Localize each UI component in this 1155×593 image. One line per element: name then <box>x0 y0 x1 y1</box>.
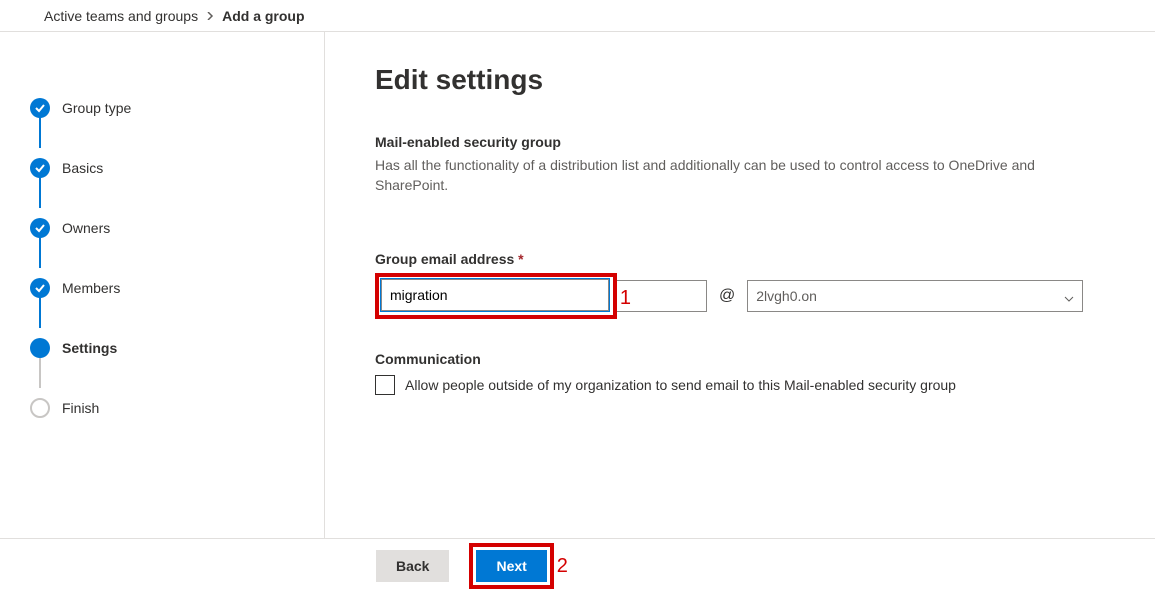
step-label: Finish <box>62 400 99 416</box>
chevron-right-icon <box>206 9 214 23</box>
step-label: Members <box>62 280 120 296</box>
checkmark-icon <box>30 158 50 178</box>
wizard-footer: Back Next 2 <box>0 538 1155 593</box>
chevron-down-icon <box>1064 291 1074 301</box>
redaction-overlay <box>824 284 944 308</box>
current-step-icon <box>30 338 50 358</box>
checkmark-icon <box>30 278 50 298</box>
group-type-description: Has all the functionality of a distribut… <box>375 156 1055 195</box>
annotation-box-1: 1 <box>375 273 617 319</box>
pending-step-icon <box>30 398 50 418</box>
step-group-type[interactable]: Group type <box>30 78 324 138</box>
annotation-number-2: 2 <box>557 555 568 578</box>
at-symbol: @ <box>719 287 735 305</box>
step-label: Basics <box>62 160 103 176</box>
step-settings[interactable]: Settings <box>30 318 324 378</box>
group-email-input[interactable] <box>381 279 609 311</box>
group-type-heading: Mail-enabled security group <box>375 134 1095 150</box>
step-members[interactable]: Members <box>30 258 324 318</box>
email-label: Group email address * <box>375 251 1095 267</box>
required-indicator: * <box>518 251 523 267</box>
back-button[interactable]: Back <box>376 550 449 582</box>
breadcrumb-parent[interactable]: Active teams and groups <box>44 8 198 24</box>
page-title: Edit settings <box>375 64 1095 96</box>
allow-external-email-label: Allow people outside of my organization … <box>405 377 956 393</box>
step-owners[interactable]: Owners <box>30 198 324 258</box>
checkmark-icon <box>30 218 50 238</box>
next-button[interactable]: Next <box>476 550 546 582</box>
content-pane: Edit settings Mail-enabled security grou… <box>325 32 1155 538</box>
step-label: Owners <box>62 220 110 236</box>
wizard-stepper: Group type Basics Owners Members <box>0 32 325 538</box>
domain-value: 2lvgh0.on <box>756 288 817 304</box>
allow-external-email-checkbox[interactable] <box>375 375 395 395</box>
communication-heading: Communication <box>375 351 1095 367</box>
annotation-number-1: 1 <box>620 287 631 310</box>
step-basics[interactable]: Basics <box>30 138 324 198</box>
step-label: Settings <box>62 340 117 356</box>
checkmark-icon <box>30 98 50 118</box>
step-label: Group type <box>62 100 131 116</box>
annotation-box-2: Next 2 <box>469 543 553 589</box>
domain-select[interactable]: 2lvgh0.on <box>747 280 1083 312</box>
breadcrumb: Active teams and groups Add a group <box>0 0 1155 32</box>
breadcrumb-current: Add a group <box>222 8 304 24</box>
allow-external-email-row: Allow people outside of my organization … <box>375 375 1095 395</box>
step-finish: Finish <box>30 378 324 438</box>
